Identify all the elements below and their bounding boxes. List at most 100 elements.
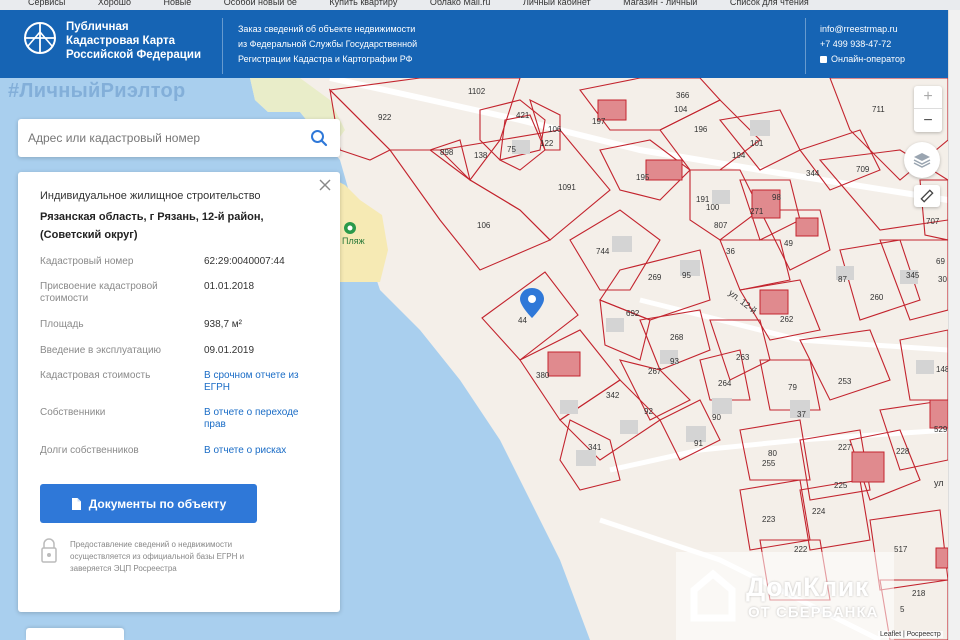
parcel-number[interactable]: 197 <box>592 117 606 126</box>
parcel-number[interactable]: 380 <box>536 371 550 380</box>
map-attribution[interactable]: Leaflet | Росреестр <box>878 631 943 638</box>
parcel-number[interactable]: 195 <box>636 173 650 182</box>
parcel-number[interactable]: 264 <box>718 379 732 388</box>
parcel-number[interactable]: 106 <box>548 125 562 134</box>
bookmark-item[interactable]: Список для чтения <box>730 0 809 7</box>
parcel-number[interactable]: 345 <box>906 271 920 280</box>
cadastral-number-value: 62:29:0040007:44 <box>204 256 285 267</box>
parcel-number[interactable]: 104 <box>674 105 688 114</box>
parcel-number[interactable]: 263 <box>736 353 750 362</box>
parcel-number[interactable]: 253 <box>838 377 852 386</box>
bookmark-item[interactable]: Особой новый бе <box>224 0 297 7</box>
search-icon[interactable] <box>310 129 328 147</box>
parcel-number[interactable]: 223 <box>762 515 776 524</box>
parcel-number[interactable]: 529 <box>934 425 948 434</box>
phone-link[interactable]: +7 499 938-47-72 <box>820 37 905 52</box>
owners-link[interactable]: В отчете о переходе прав <box>204 407 300 431</box>
debts-link[interactable]: В отчете о рисках <box>204 445 334 457</box>
parcel-number[interactable]: 79 <box>788 383 797 392</box>
parcel-number[interactable]: 90 <box>712 413 721 422</box>
parcel-number[interactable]: 93 <box>670 357 679 366</box>
email-link[interactable]: info@rreestrmap.ru <box>820 22 905 37</box>
bookmark-item[interactable]: Хорошо <box>98 0 131 7</box>
bookmark-item[interactable]: Магазин - личный <box>623 0 697 7</box>
parcel-number[interactable]: 80 <box>768 449 777 458</box>
parcel-number[interactable]: 92 <box>644 407 653 416</box>
parcel-number[interactable]: 268 <box>670 333 684 342</box>
object-type: Индивидуальное жилищное строительство <box>40 190 261 202</box>
parcel-number[interactable]: 49 <box>784 239 793 248</box>
parcel-number[interactable]: 106 <box>477 221 491 230</box>
documents-button[interactable]: Документы по объекту <box>40 484 257 523</box>
parcel-number[interactable]: 98 <box>772 193 781 202</box>
legal-note: Предоставление сведений о недвижимости о… <box>70 540 245 573</box>
parcel-number[interactable]: 225 <box>834 481 848 490</box>
parcel-number[interactable]: 344 <box>806 169 820 178</box>
page-scrollbar[interactable] <box>948 10 960 640</box>
close-icon[interactable] <box>318 178 332 192</box>
parcel-number[interactable]: 122 <box>540 139 554 148</box>
parcel-number[interactable]: 91 <box>694 439 703 448</box>
parcel-number[interactable]: 194 <box>732 151 746 160</box>
layers-button[interactable] <box>904 142 940 178</box>
bookmark-item[interactable]: Сервисы <box>28 0 65 7</box>
parcel-number[interactable]: 517 <box>894 545 908 554</box>
parcel-number[interactable]: 5 <box>900 605 905 614</box>
parcel-number[interactable]: 922 <box>378 113 392 122</box>
parcel-number[interactable]: 1091 <box>558 183 576 192</box>
parcel-number[interactable]: 36 <box>726 247 735 256</box>
parcel-number[interactable]: 342 <box>606 391 620 400</box>
parcel-number[interactable]: 30 <box>938 275 947 284</box>
parcel-number[interactable]: 75 <box>507 145 516 154</box>
parcel-number[interactable]: 101 <box>750 139 764 148</box>
online-operator-button[interactable]: Онлайн-оператор <box>820 52 905 67</box>
globe-logo-icon[interactable] <box>22 20 58 56</box>
parcel-number[interactable]: 898 <box>440 148 454 157</box>
parcel-number[interactable]: 196 <box>694 125 708 134</box>
zoom-in-button[interactable]: + <box>914 86 942 109</box>
parcel-number[interactable]: 269 <box>648 273 662 282</box>
parcel-number[interactable]: 744 <box>596 247 610 256</box>
parcel-number[interactable]: 224 <box>812 507 826 516</box>
parcel-number[interactable]: 707 <box>926 217 940 226</box>
parcel-number[interactable]: 271 <box>750 207 764 216</box>
parcel-number[interactable]: 692 <box>626 309 640 318</box>
secondary-panel-tab[interactable] <box>26 628 124 640</box>
parcel-number[interactable]: 1102 <box>468 87 486 96</box>
cadastral-value-link[interactable]: В срочном отчете из ЕГРН <box>204 370 300 394</box>
bookmark-item[interactable]: Купить квартиру <box>329 0 397 7</box>
parcel-number[interactable]: 69 <box>936 257 945 266</box>
parcel-number[interactable]: 366 <box>676 91 690 100</box>
parcel-number[interactable]: 95 <box>682 271 691 280</box>
parcel-number[interactable]: 44 <box>518 316 527 325</box>
bookmark-item[interactable]: Облако Mail.ru <box>430 0 491 7</box>
parcel-number[interactable]: 138 <box>474 151 488 160</box>
measure-button[interactable] <box>914 185 940 207</box>
parcel-number[interactable]: 260 <box>870 293 884 302</box>
parcel-number[interactable]: 100 <box>706 203 720 212</box>
debts-label: Долги собственников <box>40 445 139 456</box>
parcel-number[interactable]: 711 <box>872 105 885 114</box>
parcel-number[interactable]: 267 <box>648 367 662 376</box>
search-input[interactable] <box>28 127 298 149</box>
address-line: Рязанская область, г Рязань, 12-й район, <box>40 211 264 223</box>
parcel-number[interactable]: 148 <box>936 365 948 374</box>
parcel-number[interactable]: 37 <box>797 410 806 419</box>
parcel-number[interactable]: 227 <box>838 443 852 452</box>
parcel-number[interactable]: 262 <box>780 315 794 324</box>
site-logo-title[interactable]: Публичная Кадастровая Карта Российской Ф… <box>66 20 216 62</box>
zoom-out-button[interactable]: − <box>914 109 942 132</box>
parcel-number[interactable]: 87 <box>838 275 847 284</box>
location-pin-icon[interactable] <box>520 288 544 318</box>
commissioning-value: 09.01.2019 <box>204 345 255 356</box>
bookmark-item[interactable]: Личный кабинет <box>523 0 591 7</box>
parcel-number[interactable]: 421 <box>516 111 530 120</box>
bookmark-item[interactable]: Новые <box>163 0 191 7</box>
parcel-number[interactable]: 341 <box>588 443 602 452</box>
parcel-number[interactable]: 255 <box>762 459 776 468</box>
parcel-number[interactable]: 807 <box>714 221 728 230</box>
parcel-number[interactable]: 709 <box>856 165 870 174</box>
parcel-number[interactable]: 228 <box>896 447 910 456</box>
parcel-number[interactable]: 218 <box>912 589 926 598</box>
chat-label: Онлайн-оператор <box>831 54 905 64</box>
